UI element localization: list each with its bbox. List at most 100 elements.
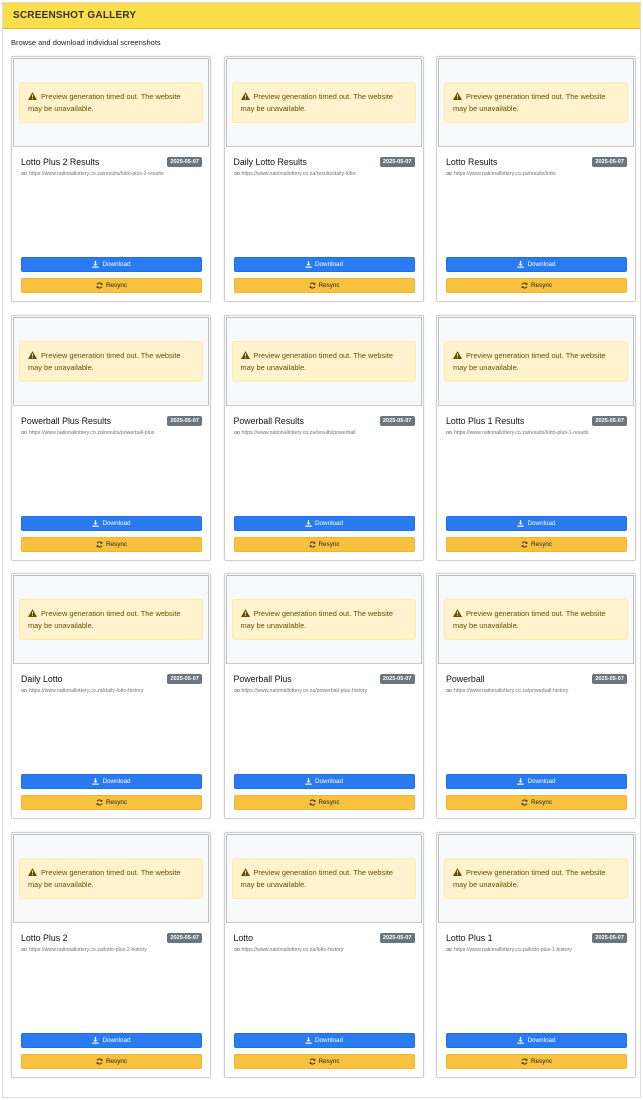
resync-label: Resync — [531, 799, 552, 806]
warning-icon — [28, 609, 37, 617]
download-label: Download — [102, 1036, 131, 1044]
alert-text: Preview generation timed out. The websit… — [453, 867, 606, 889]
preview-area: Preview generation timed out. The websit… — [438, 575, 634, 664]
resync-button[interactable]: Resync — [21, 278, 202, 293]
card-title: Daily Lotto — [21, 674, 63, 684]
link-icon — [233, 947, 240, 951]
preview-timeout-alert: Preview generation timed out. The websit… — [231, 857, 416, 899]
screenshot-card: Preview generation timed out. The websit… — [223, 56, 424, 302]
alert-text: Preview generation timed out. The websit… — [28, 867, 181, 889]
screenshot-card: Preview generation timed out. The websit… — [436, 314, 636, 561]
card-title: Lotto Plus 1 Results — [446, 415, 525, 426]
resync-button[interactable]: Resync — [233, 795, 415, 810]
resync-button[interactable]: Resync — [21, 536, 202, 552]
resync-button[interactable]: Resync — [446, 795, 627, 810]
preview-area: Preview generation timed out. The websit… — [225, 833, 422, 923]
sync-icon — [96, 282, 103, 289]
preview-area: Preview generation timed out. The websit… — [438, 58, 634, 147]
download-icon — [517, 1036, 525, 1044]
card-url-text: https://www.nationallottery.co.za/result… — [241, 171, 356, 177]
card-url: https://www.nationallottery.co.za/daily-… — [21, 688, 143, 694]
card-title: Lotto — [233, 932, 254, 943]
resync-button[interactable]: Resync — [21, 795, 202, 810]
screenshot-card: Preview generation timed out. The websit… — [11, 56, 211, 302]
card-title: Powerball Results — [233, 415, 304, 426]
download-label: Download — [314, 778, 343, 785]
screenshot-card: Preview generation timed out. The websit… — [223, 573, 424, 819]
preview-area: Preview generation timed out. The websit… — [438, 833, 634, 923]
resync-button[interactable]: Resync — [21, 1053, 202, 1069]
date-badge: 2025-05-07 — [379, 157, 415, 167]
download-label: Download — [527, 1036, 556, 1044]
download-button[interactable]: Download — [446, 257, 627, 272]
card-title: Lotto Plus 1 — [446, 932, 493, 943]
screenshot-card: Preview generation timed out. The websit… — [11, 314, 211, 561]
resync-label: Resync — [106, 799, 127, 806]
download-icon — [92, 1036, 100, 1044]
download-button[interactable]: Download — [233, 515, 415, 531]
card-url: https://www.nationallottery.co.za/lotto-… — [446, 947, 572, 953]
resync-button[interactable]: Resync — [233, 1053, 415, 1069]
alert-text: Preview generation timed out. The websit… — [28, 609, 181, 630]
download-button[interactable]: Download — [21, 774, 202, 789]
preview-area: Preview generation timed out. The websit… — [13, 58, 209, 147]
download-icon — [305, 261, 312, 268]
download-icon — [517, 519, 525, 527]
date-badge: 2025-05-07 — [592, 415, 627, 426]
sync-icon — [521, 1058, 528, 1064]
card-url: https://www.nationallottery.co.za/result… — [233, 171, 356, 177]
download-button[interactable]: Download — [446, 1032, 627, 1048]
warning-icon — [453, 350, 462, 359]
sync-icon — [521, 799, 528, 806]
download-button[interactable]: Download — [233, 257, 415, 272]
resync-button[interactable]: Resync — [446, 278, 627, 293]
link-icon — [21, 689, 27, 692]
sync-icon — [521, 541, 528, 547]
card-url: https://www.nationallottery.co.za/result… — [446, 171, 556, 177]
resync-label: Resync — [106, 1057, 127, 1065]
download-label: Download — [527, 519, 556, 527]
link-icon — [446, 947, 452, 951]
download-icon — [92, 519, 100, 527]
warning-icon — [240, 609, 250, 617]
download-button[interactable]: Download — [21, 257, 202, 272]
warning-icon — [240, 867, 250, 876]
link-icon — [233, 172, 240, 175]
resync-label: Resync — [318, 282, 340, 289]
download-button[interactable]: Download — [446, 515, 627, 531]
resync-button[interactable]: Resync — [446, 1053, 627, 1069]
date-badge: 2025-05-07 — [379, 415, 415, 426]
download-icon — [517, 261, 525, 268]
card-url-text: https://www.nationallottery.co.za/result… — [29, 429, 155, 436]
download-icon — [305, 1036, 312, 1044]
card-url-text: https://www.nationallottery.co.za/lotto-… — [241, 946, 344, 953]
download-button[interactable]: Download — [21, 515, 202, 531]
resync-label: Resync — [531, 282, 552, 289]
preview-timeout-alert: Preview generation timed out. The websit… — [19, 599, 203, 640]
resync-button[interactable]: Resync — [446, 536, 627, 552]
panel-subtitle: Browse and download individual screensho… — [11, 38, 161, 47]
card-url-text: https://www.nationallottery.co.za/powerb… — [241, 688, 368, 694]
card-url-text: https://www.nationallottery.co.za/powerb… — [454, 688, 569, 694]
card-url: https://www.nationallottery.co.za/result… — [21, 171, 164, 177]
download-label: Download — [102, 261, 131, 268]
resync-label: Resync — [531, 1057, 552, 1065]
date-badge: 2025-05-07 — [379, 674, 415, 684]
download-button[interactable]: Download — [233, 774, 415, 789]
screenshot-grid: Preview generation timed out. The websit… — [11, 56, 636, 1078]
download-button[interactable]: Download — [233, 1032, 415, 1048]
card-url-text: https://www.nationallottery.co.za/result… — [454, 429, 589, 436]
card-url-text: https://www.nationallottery.co.za/result… — [241, 429, 356, 436]
download-label: Download — [527, 778, 556, 785]
download-icon — [305, 778, 312, 785]
link-icon — [233, 689, 240, 692]
link-icon — [233, 430, 240, 434]
date-badge: 2025-05-07 — [592, 157, 627, 167]
resync-button[interactable]: Resync — [233, 278, 415, 293]
download-button[interactable]: Download — [21, 1032, 202, 1048]
download-button[interactable]: Download — [446, 774, 627, 789]
download-label: Download — [314, 261, 343, 268]
panel-title: SCREENSHOT GALLERY — [13, 10, 137, 21]
resync-button[interactable]: Resync — [233, 536, 415, 552]
card-url-text: https://www.nationallottery.co.za/daily-… — [29, 688, 144, 694]
